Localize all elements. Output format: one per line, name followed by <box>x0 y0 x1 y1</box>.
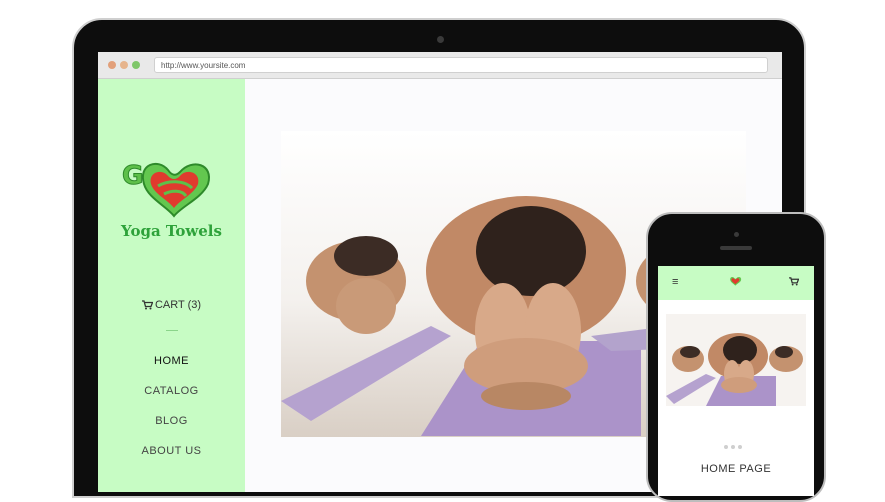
phone-header: ≡ <box>658 266 814 300</box>
phone-page-title: HOME PAGE <box>700 463 772 475</box>
nav-about-us[interactable]: ABOUT US <box>98 445 245 457</box>
nav-blog[interactable]: BLOG <box>98 415 245 427</box>
phone-camera <box>734 232 739 237</box>
carousel-pager[interactable] <box>724 436 745 454</box>
cart-label: CART (3) <box>154 299 202 311</box>
pager-dot[interactable] <box>738 445 742 449</box>
phone-hero-image <box>666 314 806 406</box>
phone-logo[interactable] <box>726 273 746 291</box>
browser-toolbar: http://www.yoursite.com <box>98 52 782 79</box>
pager-dot[interactable] <box>724 445 728 449</box>
nav-home[interactable]: HOME <box>98 355 245 367</box>
address-bar[interactable]: http://www.yoursite.com <box>154 57 768 73</box>
brand-name: Yoga Towels <box>121 222 222 240</box>
phone-cart-icon[interactable] <box>789 277 799 286</box>
sidebar-divider <box>166 330 178 331</box>
window-minimize-dot[interactable] <box>120 61 128 69</box>
nav-catalog[interactable]: CATALOG <box>98 385 245 397</box>
laptop-camera <box>437 36 444 43</box>
pager-dot[interactable] <box>731 445 735 449</box>
phone-screen: ≡ HOME PAGE <box>658 266 814 496</box>
cart-icon <box>141 300 154 310</box>
window-maximize-dot[interactable] <box>132 61 140 69</box>
hamburger-icon[interactable]: ≡ <box>672 276 678 288</box>
cart-link[interactable]: CART (3) <box>98 299 245 311</box>
phone-frame: ≡ HOME PAGE <box>646 212 826 502</box>
window-close-dot[interactable] <box>108 61 116 69</box>
sidebar: GO Yoga Towels CART (3) HOME CATALOG BLO… <box>98 79 245 492</box>
phone-speaker <box>720 246 752 250</box>
